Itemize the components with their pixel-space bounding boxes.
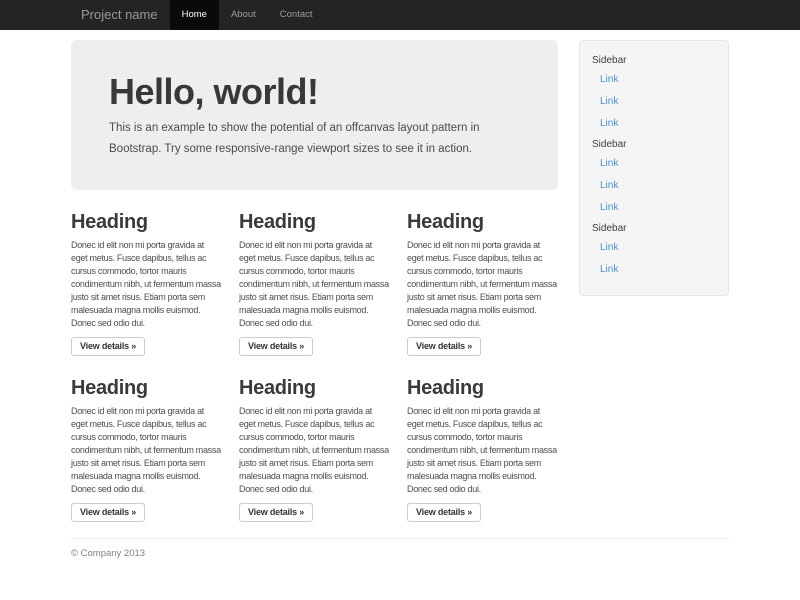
card-body-text: Donec id elit non mi porta gravida at eg… <box>407 405 557 496</box>
card-heading: Heading <box>71 376 221 400</box>
sidebar-link[interactable]: Link <box>580 237 728 259</box>
card-body-text: Donec id elit non mi porta gravida at eg… <box>239 239 389 330</box>
card-heading: Heading <box>239 376 389 400</box>
card-heading: Heading <box>239 210 389 234</box>
card-body-text: Donec id elit non mi porta gravida at eg… <box>239 405 389 496</box>
navbar: Project name Home About Contact <box>0 0 800 30</box>
sidebar-well: Sidebar Link Link Link Sidebar Link Link… <box>579 40 729 296</box>
view-details-button[interactable]: View details » <box>71 337 145 356</box>
card: Heading Donec id elit non mi porta gravi… <box>407 190 557 356</box>
sidebar-group-header: Sidebar <box>580 219 728 237</box>
sidebar-link[interactable]: Link <box>580 69 728 91</box>
nav-item-contact[interactable]: Contact <box>268 0 325 30</box>
card-body-text: Donec id elit non mi porta gravida at eg… <box>71 405 221 496</box>
nav-item-home[interactable]: Home <box>170 0 219 30</box>
view-details-button[interactable]: View details » <box>71 503 145 522</box>
card-heading: Heading <box>407 210 557 234</box>
sidebar-link[interactable]: Link <box>580 197 728 219</box>
view-details-button[interactable]: View details » <box>407 337 481 356</box>
content-column: Hello, world! This is an example to show… <box>71 30 558 522</box>
card: Heading Donec id elit non mi porta gravi… <box>71 356 221 522</box>
card: Heading Donec id elit non mi porta gravi… <box>239 356 389 522</box>
card: Heading Donec id elit non mi porta gravi… <box>239 190 389 356</box>
sidebar-link[interactable]: Link <box>580 259 728 281</box>
card: Heading Donec id elit non mi porta gravi… <box>407 356 557 522</box>
jumbotron-description: This is an example to show the potential… <box>109 118 511 160</box>
navbar-inner: Project name Home About Contact <box>71 0 729 30</box>
page-container: Hello, world! This is an example to show… <box>71 30 729 559</box>
sidebar-group-header: Sidebar <box>580 51 728 69</box>
navbar-brand[interactable]: Project name <box>71 0 168 30</box>
sidebar-group-header: Sidebar <box>580 135 728 153</box>
main-row: Hello, world! This is an example to show… <box>71 30 729 522</box>
view-details-button[interactable]: View details » <box>239 337 313 356</box>
card-heading: Heading <box>71 210 221 234</box>
sidebar-link[interactable]: Link <box>580 175 728 197</box>
sidebar-column: Sidebar Link Link Link Sidebar Link Link… <box>579 30 729 296</box>
card: Heading Donec id elit non mi porta gravi… <box>71 190 221 356</box>
cards-row-1: Heading Donec id elit non mi porta gravi… <box>71 190 558 356</box>
navbar-nav: Home About Contact <box>170 0 325 30</box>
copyright-text: © Company 2013 <box>71 548 729 559</box>
footer: © Company 2013 <box>71 538 729 559</box>
page-title: Hello, world! <box>109 72 520 112</box>
view-details-button[interactable]: View details » <box>407 503 481 522</box>
card-body-text: Donec id elit non mi porta gravida at eg… <box>71 239 221 330</box>
sidebar-link[interactable]: Link <box>580 153 728 175</box>
card-heading: Heading <box>407 376 557 400</box>
cards-row-2: Heading Donec id elit non mi porta gravi… <box>71 356 558 522</box>
card-body-text: Donec id elit non mi porta gravida at eg… <box>407 239 557 330</box>
jumbotron: Hello, world! This is an example to show… <box>71 40 558 190</box>
nav-item-about[interactable]: About <box>219 0 268 30</box>
sidebar-link[interactable]: Link <box>580 113 728 135</box>
view-details-button[interactable]: View details » <box>239 503 313 522</box>
sidebar-link[interactable]: Link <box>580 91 728 113</box>
